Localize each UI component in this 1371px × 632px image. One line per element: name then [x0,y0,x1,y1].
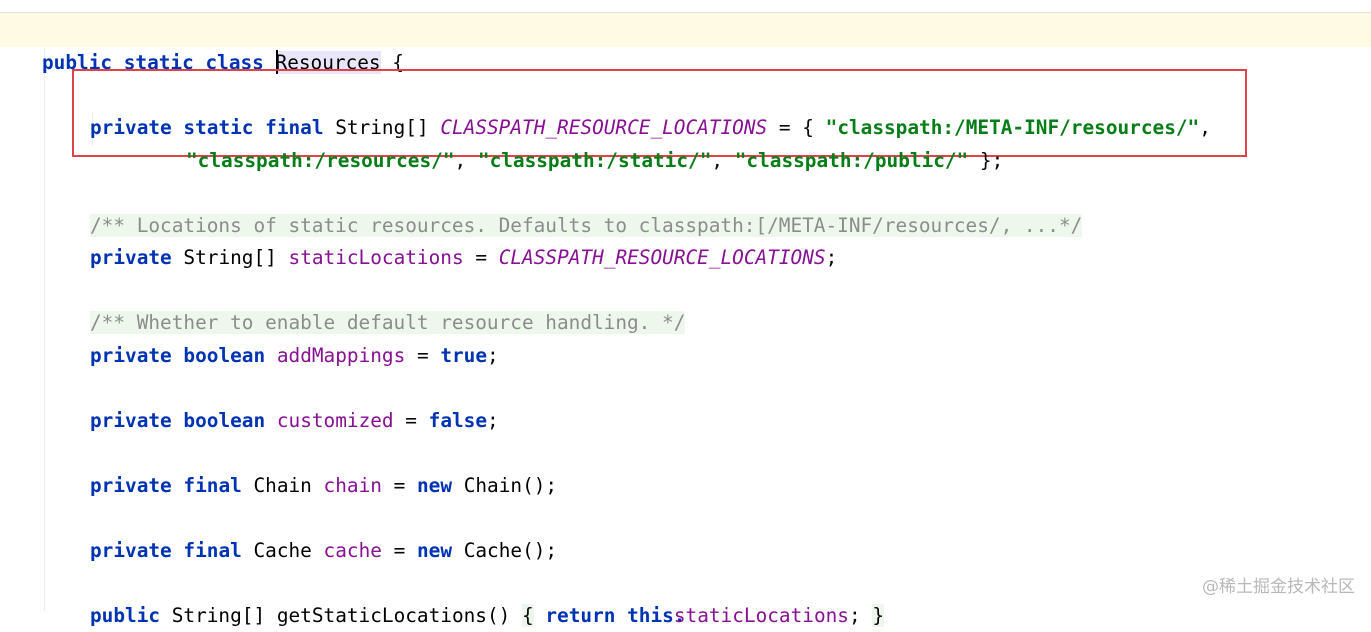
constructor-call: Cache(); [463,539,558,562]
code-line-doc-2[interactable]: /** Whether to enable default resource h… [90,275,686,334]
field-name: addMappings [276,344,406,367]
folded-close-brace[interactable]: } [872,604,885,627]
keyword-new: new [416,474,453,497]
semicolon: ; [848,604,861,627]
method-name: getStaticLocations() [276,604,511,627]
close-brace: }; [979,149,1004,172]
comma: , [1199,116,1211,139]
semicolon: ; [487,409,499,432]
string-literal: "classpath:/resources/" [186,149,455,172]
code-line-cache[interactable]: private final Cache cache = new Cache(); [90,503,557,562]
code-line-class-decl[interactable]: public static class Resources { [42,15,404,74]
operator: = [393,539,406,562]
code-line-static-locations[interactable]: private String[] staticLocations = CLASS… [90,210,837,269]
keyword-private: private [90,116,172,139]
code-line-doc-1[interactable]: /** Locations of static resources. Defau… [90,178,1083,237]
string-literal: "classpath:/static/" [477,149,712,172]
semicolon: ; [825,246,838,269]
folded-open-brace[interactable]: { [522,604,534,627]
keyword-true: true [440,344,488,367]
keyword-boolean: boolean [183,409,266,432]
keyword-final: final [183,539,242,562]
field-name: customized [276,409,394,432]
code-line-locations-2[interactable]: "classpath:/resources/", "classpath:/sta… [186,113,1003,172]
watermark: @稀土掘金技术社区 [1202,577,1355,597]
fold-guide [44,48,45,611]
type-name: Chain [253,474,312,497]
operator: = [405,409,417,432]
comma: , [711,149,724,172]
code-line-add-mappings[interactable]: private boolean addMappings = true; [90,308,499,367]
keyword-private: private [90,474,172,497]
type-name: String[] [171,604,266,627]
keyword-boolean: boolean [183,344,266,367]
constructor-call: Chain(); [463,474,558,497]
operator: = [393,474,406,497]
keyword-private: private [90,246,172,269]
code-line-customized[interactable]: private boolean customized = false; [90,373,499,432]
keyword-return: return [545,604,616,627]
semicolon: ; [487,344,499,367]
keyword-private: private [90,409,172,432]
keyword-private: private [90,344,172,367]
keyword-new: new [416,539,453,562]
field-name: cache [323,539,382,562]
string-literal: "classpath:/public/" [734,149,969,172]
field-name: staticLocations [288,246,464,269]
code-line-getter[interactable]: public String[] getStaticLocations() { r… [90,568,885,627]
keyword-final: final [183,474,242,497]
keyword-public: public [90,604,161,627]
constant-ref: CLASSPATH_RESOURCE_LOCATIONS [498,246,826,269]
keyword-private: private [90,539,172,562]
type-name: String[] [183,246,277,269]
operator: = [475,246,488,269]
code-line-chain[interactable]: private final Chain chain = new Chain(); [90,438,557,497]
type-name: Cache [253,539,312,562]
field-name: staticLocations [673,604,849,627]
code-line-locations-1[interactable]: private static final String[] CLASSPATH_… [90,80,1211,139]
operator: = [416,344,429,367]
comma: , [454,149,467,172]
keyword-false: false [428,409,488,432]
field-name: chain [323,474,382,497]
